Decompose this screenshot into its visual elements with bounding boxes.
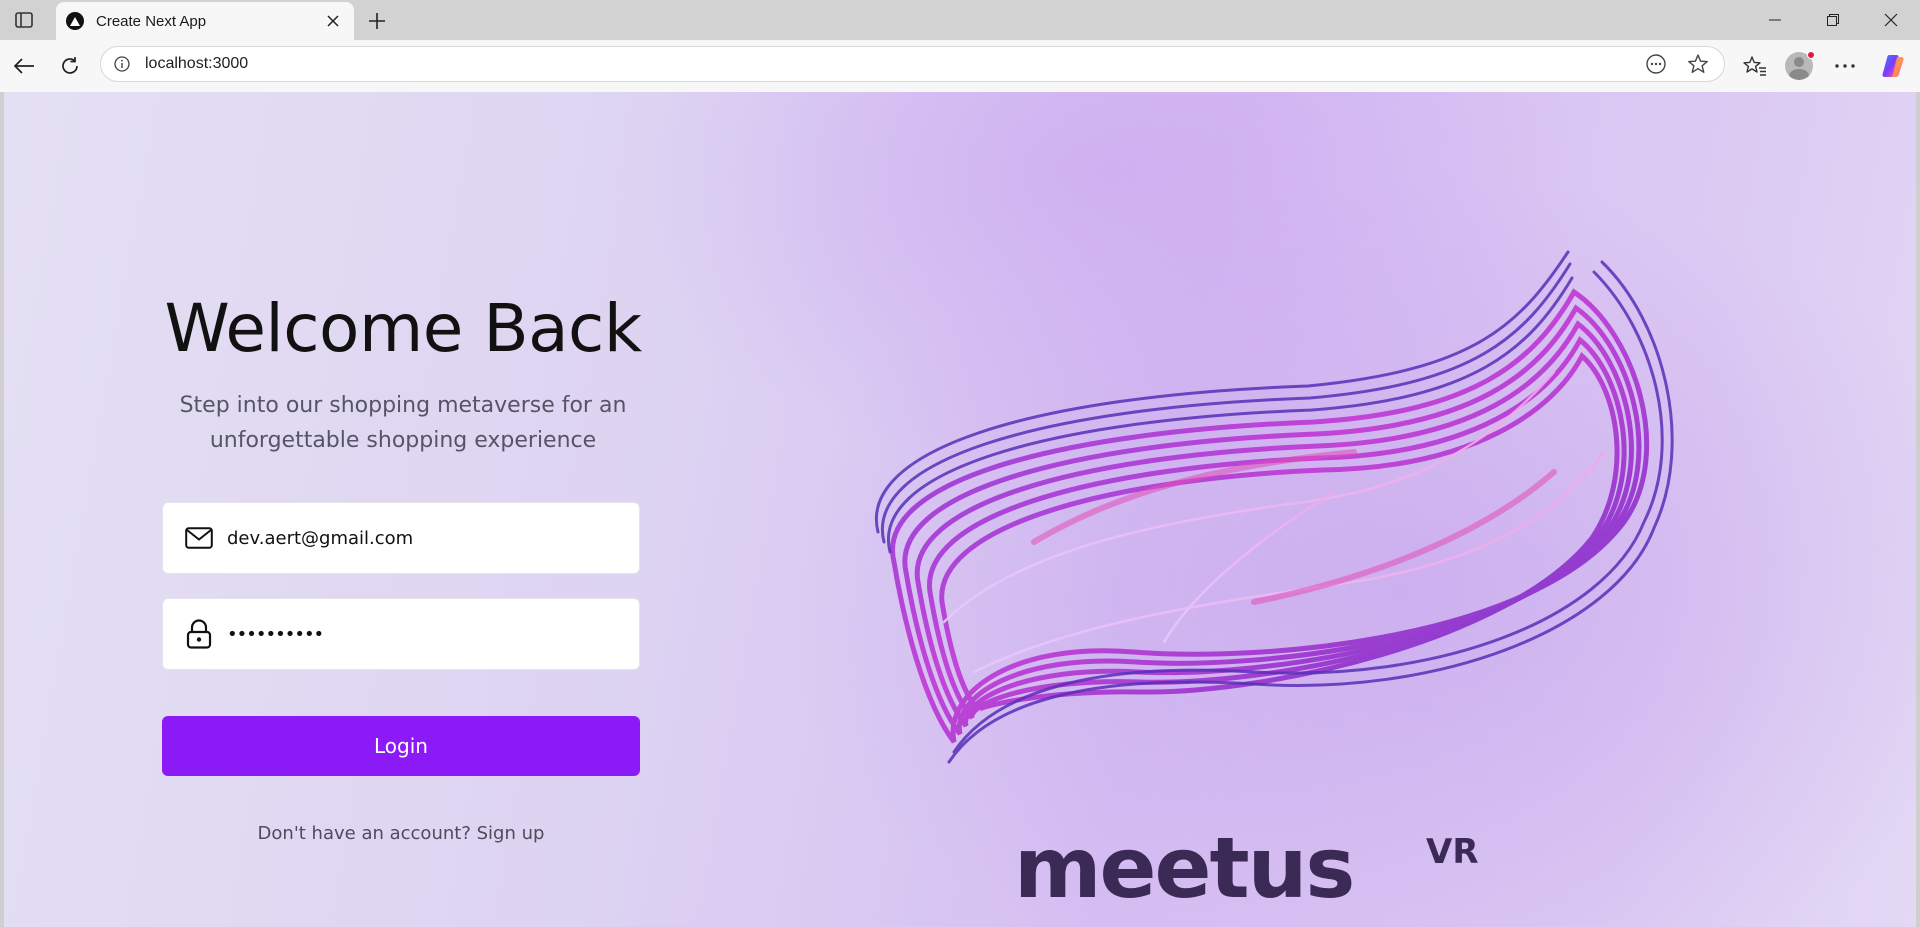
close-icon bbox=[327, 15, 339, 27]
info-icon[interactable] bbox=[113, 55, 131, 73]
notification-dot bbox=[1807, 51, 1815, 59]
close-window-button[interactable] bbox=[1862, 0, 1920, 40]
brand-name: meetus bbox=[1014, 827, 1353, 907]
address-bar[interactable]: localhost:3000 bbox=[100, 46, 1725, 82]
browser-tab[interactable]: Create Next App bbox=[56, 2, 354, 40]
favorite-button[interactable] bbox=[1684, 50, 1712, 78]
browser-toolbar: localhost:3000 bbox=[0, 40, 1920, 92]
tab-title: Create Next App bbox=[96, 12, 207, 30]
restore-icon bbox=[1827, 14, 1839, 26]
window-controls bbox=[1746, 0, 1920, 40]
page-viewport: Welcome Back Step into our shopping meta… bbox=[4, 92, 1916, 927]
password-field[interactable]: •••••••••• bbox=[162, 598, 640, 670]
close-tab-button[interactable] bbox=[322, 10, 344, 32]
profile-button[interactable] bbox=[1784, 51, 1815, 80]
signup-prompt: Don't have an account? Sign up bbox=[162, 823, 640, 844]
email-field[interactable] bbox=[162, 502, 640, 574]
page-subtitle: Step into our shopping metaverse for an … bbox=[162, 388, 644, 458]
read-aloud-button[interactable] bbox=[1642, 50, 1670, 78]
copilot-button[interactable] bbox=[1878, 52, 1908, 80]
brand-suffix: VR bbox=[1426, 832, 1479, 872]
minimize-button[interactable] bbox=[1746, 0, 1804, 40]
restore-button[interactable] bbox=[1804, 0, 1862, 40]
subtitle-line-1: Step into our shopping metaverse for an bbox=[179, 393, 627, 418]
email-input[interactable] bbox=[227, 527, 607, 549]
signup-link[interactable]: Sign up bbox=[477, 823, 545, 844]
signup-prompt-text: Don't have an account? bbox=[257, 823, 471, 844]
browser-tab-bar: Create Next App bbox=[0, 0, 1920, 40]
login-button[interactable]: Login bbox=[162, 716, 640, 776]
ellipsis-icon bbox=[1835, 64, 1855, 68]
page-title: Welcome Back bbox=[164, 290, 642, 367]
new-tab-button[interactable] bbox=[364, 8, 390, 34]
lock-icon bbox=[183, 618, 215, 650]
close-icon bbox=[1884, 13, 1898, 27]
tab-actions-button[interactable] bbox=[12, 9, 36, 31]
settings-more-button[interactable] bbox=[1830, 52, 1860, 80]
back-button[interactable] bbox=[10, 52, 38, 80]
back-arrow-icon bbox=[13, 58, 34, 74]
refresh-button[interactable] bbox=[56, 52, 84, 80]
tab-actions-icon bbox=[15, 12, 33, 28]
copilot-icon bbox=[1882, 55, 1904, 77]
more-options-circle-icon bbox=[1646, 54, 1666, 74]
favorites-icon bbox=[1743, 56, 1766, 76]
minimize-icon bbox=[1769, 19, 1781, 21]
subtitle-line-2: unforgettable shopping experience bbox=[209, 428, 597, 453]
refresh-icon bbox=[62, 57, 78, 74]
address-url[interactable]: localhost:3000 bbox=[145, 55, 1628, 73]
password-input[interactable]: •••••••••• bbox=[227, 624, 324, 645]
mail-icon bbox=[183, 522, 215, 554]
favorites-button[interactable] bbox=[1740, 52, 1770, 80]
star-icon bbox=[1688, 54, 1708, 73]
hero-ribbon-illustration bbox=[874, 250, 1674, 764]
nextjs-triangle-icon bbox=[66, 12, 84, 30]
plus-icon bbox=[369, 13, 385, 29]
meetusvr-logo: meetus VR bbox=[1014, 827, 1479, 907]
